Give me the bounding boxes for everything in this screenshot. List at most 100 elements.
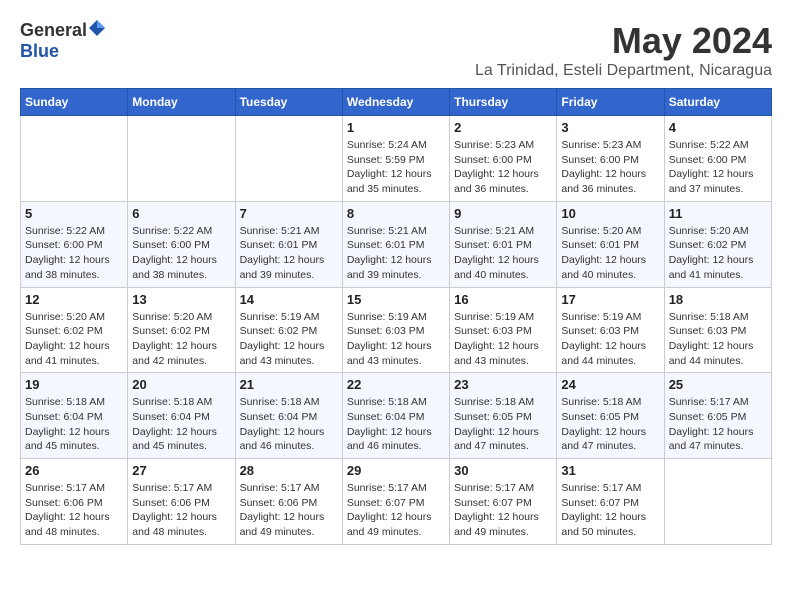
day-info: Sunrise: 5:23 AM Sunset: 6:00 PM Dayligh… xyxy=(454,138,552,197)
day-number: 27 xyxy=(132,463,230,478)
calendar-week-5: 26 Sunrise: 5:17 AM Sunset: 6:06 PM Dayli… xyxy=(21,459,772,545)
calendar-cell: 15 Sunrise: 5:19 AM Sunset: 6:03 PM Dayli… xyxy=(342,287,449,373)
day-info: Sunrise: 5:22 AM Sunset: 6:00 PM Dayligh… xyxy=(669,138,767,197)
day-info: Sunrise: 5:20 AM Sunset: 6:01 PM Dayligh… xyxy=(561,224,659,283)
calendar-week-2: 5 Sunrise: 5:22 AM Sunset: 6:00 PM Daylig… xyxy=(21,201,772,287)
day-header-tuesday: Tuesday xyxy=(235,89,342,116)
day-number: 23 xyxy=(454,377,552,392)
day-info: Sunrise: 5:17 AM Sunset: 6:07 PM Dayligh… xyxy=(347,481,445,540)
calendar-cell: 29 Sunrise: 5:17 AM Sunset: 6:07 PM Dayli… xyxy=(342,459,449,545)
calendar-cell xyxy=(128,116,235,202)
day-info: Sunrise: 5:19 AM Sunset: 6:03 PM Dayligh… xyxy=(454,310,552,369)
day-number: 7 xyxy=(240,206,338,221)
calendar-cell: 6 Sunrise: 5:22 AM Sunset: 6:00 PM Daylig… xyxy=(128,201,235,287)
day-info: Sunrise: 5:22 AM Sunset: 6:00 PM Dayligh… xyxy=(25,224,123,283)
calendar-cell: 27Sunrise: 5:17 AM Sunset: 6:06 PM Dayli… xyxy=(128,459,235,545)
calendar-cell: 11Sunrise: 5:20 AM Sunset: 6:02 PM Dayli… xyxy=(664,201,771,287)
day-info: Sunrise: 5:18 AM Sunset: 6:04 PM Dayligh… xyxy=(347,395,445,454)
day-info: Sunrise: 5:20 AM Sunset: 6:02 PM Dayligh… xyxy=(25,310,123,369)
day-header-sunday: Sunday xyxy=(21,89,128,116)
day-info: Sunrise: 5:18 AM Sunset: 6:04 PM Dayligh… xyxy=(132,395,230,454)
calendar-cell xyxy=(235,116,342,202)
day-number: 16 xyxy=(454,292,552,307)
title-block: May 2024 La Trinidad, Esteli Department,… xyxy=(475,20,772,80)
day-info: Sunrise: 5:24 AM Sunset: 5:59 PM Dayligh… xyxy=(347,138,445,197)
day-number: 5 xyxy=(25,206,123,221)
calendar-week-1: 1 Sunrise: 5:24 AM Sunset: 5:59 PM Daylig… xyxy=(21,116,772,202)
logo-general-text: General xyxy=(20,20,87,41)
day-info: Sunrise: 5:18 AM Sunset: 6:03 PM Dayligh… xyxy=(669,310,767,369)
day-number: 3 xyxy=(561,120,659,135)
logo: General Blue xyxy=(20,20,105,62)
day-number: 1 xyxy=(347,120,445,135)
day-number: 11 xyxy=(669,206,767,221)
logo-icon xyxy=(89,20,105,41)
calendar-cell: 31Sunrise: 5:17 AM Sunset: 6:07 PM Dayli… xyxy=(557,459,664,545)
calendar-cell: 24 Sunrise: 5:18 AM Sunset: 6:05 PM Dayli… xyxy=(557,373,664,459)
location-title: La Trinidad, Esteli Department, Nicaragu… xyxy=(475,62,772,80)
day-number: 25 xyxy=(669,377,767,392)
day-info: Sunrise: 5:21 AM Sunset: 6:01 PM Dayligh… xyxy=(347,224,445,283)
day-number: 4 xyxy=(669,120,767,135)
day-header-thursday: Thursday xyxy=(450,89,557,116)
day-number: 18 xyxy=(669,292,767,307)
day-info: Sunrise: 5:17 AM Sunset: 6:06 PM Dayligh… xyxy=(240,481,338,540)
calendar-cell: 21Sunrise: 5:18 AM Sunset: 6:04 PM Dayli… xyxy=(235,373,342,459)
day-info: Sunrise: 5:19 AM Sunset: 6:03 PM Dayligh… xyxy=(347,310,445,369)
calendar-cell: 17 Sunrise: 5:19 AM Sunset: 6:03 PM Dayli… xyxy=(557,287,664,373)
day-info: Sunrise: 5:21 AM Sunset: 6:01 PM Dayligh… xyxy=(240,224,338,283)
day-info: Sunrise: 5:18 AM Sunset: 6:05 PM Dayligh… xyxy=(561,395,659,454)
calendar-header-row: SundayMondayTuesdayWednesdayThursdayFrid… xyxy=(21,89,772,116)
calendar-cell: 19Sunrise: 5:18 AM Sunset: 6:04 PM Dayli… xyxy=(21,373,128,459)
calendar-week-3: 12 Sunrise: 5:20 AM Sunset: 6:02 PM Dayli… xyxy=(21,287,772,373)
day-number: 2 xyxy=(454,120,552,135)
day-info: Sunrise: 5:19 AM Sunset: 6:03 PM Dayligh… xyxy=(561,310,659,369)
calendar-cell: 16 Sunrise: 5:19 AM Sunset: 6:03 PM Dayli… xyxy=(450,287,557,373)
day-number: 6 xyxy=(132,206,230,221)
calendar-cell: 10Sunrise: 5:20 AM Sunset: 6:01 PM Dayli… xyxy=(557,201,664,287)
calendar-cell: 13 Sunrise: 5:20 AM Sunset: 6:02 PM Dayli… xyxy=(128,287,235,373)
day-header-saturday: Saturday xyxy=(664,89,771,116)
day-info: Sunrise: 5:22 AM Sunset: 6:00 PM Dayligh… xyxy=(132,224,230,283)
calendar-cell: 25 Sunrise: 5:17 AM Sunset: 6:05 PM Dayli… xyxy=(664,373,771,459)
day-info: Sunrise: 5:17 AM Sunset: 6:05 PM Dayligh… xyxy=(669,395,767,454)
day-info: Sunrise: 5:18 AM Sunset: 6:04 PM Dayligh… xyxy=(240,395,338,454)
day-number: 22 xyxy=(347,377,445,392)
day-number: 12 xyxy=(25,292,123,307)
day-number: 13 xyxy=(132,292,230,307)
calendar-cell: 1 Sunrise: 5:24 AM Sunset: 5:59 PM Daylig… xyxy=(342,116,449,202)
day-header-friday: Friday xyxy=(557,89,664,116)
calendar-cell: 30 Sunrise: 5:17 AM Sunset: 6:07 PM Dayli… xyxy=(450,459,557,545)
calendar-cell: 7 Sunrise: 5:21 AM Sunset: 6:01 PM Daylig… xyxy=(235,201,342,287)
calendar-cell: 26 Sunrise: 5:17 AM Sunset: 6:06 PM Dayli… xyxy=(21,459,128,545)
calendar-cell: 5 Sunrise: 5:22 AM Sunset: 6:00 PM Daylig… xyxy=(21,201,128,287)
day-number: 30 xyxy=(454,463,552,478)
day-info: Sunrise: 5:18 AM Sunset: 6:05 PM Dayligh… xyxy=(454,395,552,454)
calendar-cell: 9 Sunrise: 5:21 AM Sunset: 6:01 PM Daylig… xyxy=(450,201,557,287)
calendar-cell: 14Sunrise: 5:19 AM Sunset: 6:02 PM Dayli… xyxy=(235,287,342,373)
day-number: 19 xyxy=(25,377,123,392)
day-number: 8 xyxy=(347,206,445,221)
day-info: Sunrise: 5:17 AM Sunset: 6:06 PM Dayligh… xyxy=(25,481,123,540)
day-info: Sunrise: 5:23 AM Sunset: 6:00 PM Dayligh… xyxy=(561,138,659,197)
day-header-monday: Monday xyxy=(128,89,235,116)
day-info: Sunrise: 5:21 AM Sunset: 6:01 PM Dayligh… xyxy=(454,224,552,283)
day-info: Sunrise: 5:20 AM Sunset: 6:02 PM Dayligh… xyxy=(132,310,230,369)
day-number: 9 xyxy=(454,206,552,221)
day-number: 14 xyxy=(240,292,338,307)
calendar-cell: 2 Sunrise: 5:23 AM Sunset: 6:00 PM Daylig… xyxy=(450,116,557,202)
calendar-cell: 18 Sunrise: 5:18 AM Sunset: 6:03 PM Dayli… xyxy=(664,287,771,373)
page-header: General Blue May 2024 La Trinidad, Estel… xyxy=(20,20,772,80)
calendar-cell xyxy=(21,116,128,202)
logo-blue-text: Blue xyxy=(20,41,59,61)
day-number: 15 xyxy=(347,292,445,307)
day-number: 24 xyxy=(561,377,659,392)
day-number: 28 xyxy=(240,463,338,478)
day-info: Sunrise: 5:17 AM Sunset: 6:07 PM Dayligh… xyxy=(454,481,552,540)
day-number: 29 xyxy=(347,463,445,478)
calendar-table: SundayMondayTuesdayWednesdayThursdayFrid… xyxy=(20,88,772,545)
month-title: May 2024 xyxy=(475,20,772,62)
day-number: 20 xyxy=(132,377,230,392)
day-number: 17 xyxy=(561,292,659,307)
day-number: 26 xyxy=(25,463,123,478)
